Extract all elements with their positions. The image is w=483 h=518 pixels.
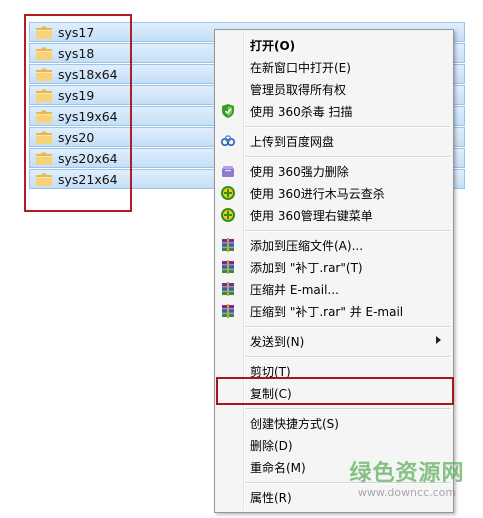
menu-separator — [246, 230, 450, 232]
menu-item-label: 重命名(M) — [250, 461, 306, 475]
winrar-books-icon — [220, 259, 236, 275]
menu-item-label: 发送到(N) — [250, 335, 305, 349]
menu-item-label: 使用 360进行木马云查杀 — [250, 187, 385, 201]
menu-item-label: 压缩并 E-mail... — [250, 283, 339, 297]
menu-item-label: 打开(O) — [250, 39, 296, 53]
menu-item-label: 压缩到 "补丁.rar" 并 E-mail — [250, 305, 404, 319]
menu-item-take-ownership[interactable]: 管理员取得所有权 — [217, 78, 451, 100]
menu-item-label: 使用 360杀毒 扫描 — [250, 105, 353, 119]
360-logo-icon — [220, 207, 236, 223]
menu-item-compress-rar-email[interactable]: 压缩到 "补丁.rar" 并 E-mail — [217, 300, 451, 322]
menu-item-add-to-archive[interactable]: 添加到压缩文件(A)... — [217, 234, 451, 256]
menu-item-label: 添加到 "补丁.rar"(T) — [250, 261, 363, 275]
menu-item-label: 创建快捷方式(S) — [250, 417, 339, 431]
menu-separator — [246, 156, 450, 158]
menu-item-label: 属性(R) — [250, 491, 292, 505]
menu-item-label: 使用 360管理右键菜单 — [250, 209, 373, 223]
menu-item-open-new-window[interactable]: 在新窗口中打开(E) — [217, 56, 451, 78]
menu-separator — [246, 326, 450, 328]
file-selection-highlight — [24, 14, 132, 212]
menu-separator — [246, 408, 450, 410]
menu-item-properties[interactable]: 属性(R) — [217, 486, 451, 508]
menu-item-add-to-rar[interactable]: 添加到 "补丁.rar"(T) — [217, 256, 451, 278]
360-shield-icon — [220, 103, 236, 119]
menu-item-send-to[interactable]: 发送到(N) — [217, 330, 451, 352]
baidu-cloud-icon — [220, 133, 236, 149]
menu-item-label: 使用 360强力删除 — [250, 165, 349, 179]
360-logo-icon — [220, 185, 236, 201]
submenu-arrow-icon — [436, 336, 441, 344]
menu-item-360-trojan-scan[interactable]: 使用 360进行木马云查杀 — [217, 182, 451, 204]
menu-item-label: 在新窗口中打开(E) — [250, 61, 351, 75]
menu-item-upload-baidu[interactable]: 上传到百度网盘 — [217, 130, 451, 152]
menu-item-create-shortcut[interactable]: 创建快捷方式(S) — [217, 412, 451, 434]
menu-item-label: 管理员取得所有权 — [250, 83, 347, 97]
menu-item-open[interactable]: 打开(O) — [217, 34, 451, 56]
menu-separator — [246, 482, 450, 484]
menu-item-label: 删除(D) — [250, 439, 293, 453]
menu-item-label: 添加到压缩文件(A)... — [250, 239, 364, 253]
360-force-delete-icon — [220, 163, 236, 179]
menu-separator — [246, 356, 450, 358]
winrar-books-icon — [220, 237, 236, 253]
menu-separator — [246, 126, 450, 128]
menu-item-360-force-delete[interactable]: 使用 360强力删除 — [217, 160, 451, 182]
winrar-books-icon — [220, 303, 236, 319]
menu-item-delete[interactable]: 删除(D) — [217, 434, 451, 456]
copy-item-highlight — [216, 377, 454, 405]
menu-item-label: 上传到百度网盘 — [250, 135, 335, 149]
winrar-books-icon — [220, 281, 236, 297]
menu-item-360-scan[interactable]: 使用 360杀毒 扫描 — [217, 100, 451, 122]
context-menu: 打开(O) 在新窗口中打开(E) 管理员取得所有权 使用 360杀毒 扫描 上传… — [214, 29, 454, 513]
menu-item-compress-email[interactable]: 压缩并 E-mail... — [217, 278, 451, 300]
menu-item-rename[interactable]: 重命名(M) — [217, 456, 451, 478]
menu-item-360-manage-menu[interactable]: 使用 360管理右键菜单 — [217, 204, 451, 226]
